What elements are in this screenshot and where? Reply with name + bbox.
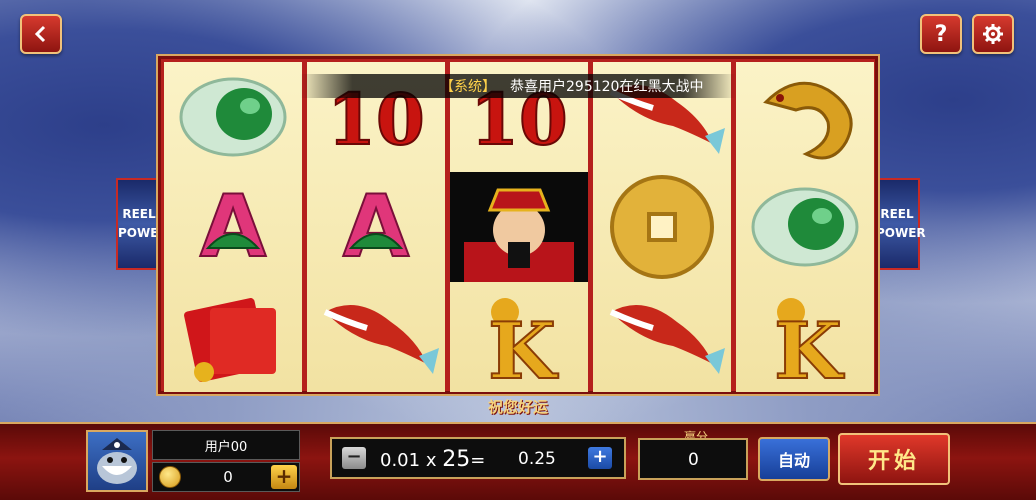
reel-4 <box>593 62 731 392</box>
god-of-wealth-icon <box>450 172 588 282</box>
letter-a-symbol: A <box>164 172 302 282</box>
badge-line1: REEL <box>122 206 156 221</box>
shark-avatar-icon <box>97 438 137 484</box>
koi-fish-icon <box>323 304 439 374</box>
good-luck-text: 祝您好运 <box>487 398 548 416</box>
equals-sign: = <box>470 450 486 471</box>
help-button[interactable]: ? <box>920 14 962 54</box>
letter-k-symbol: K <box>736 282 874 392</box>
jade-bracelet-symbol <box>736 172 874 282</box>
coin-icon <box>159 466 181 488</box>
letter-k-icon: K <box>487 298 560 392</box>
multiply-sign: x <box>425 450 437 471</box>
koi-fish-symbol <box>593 282 731 392</box>
avatar[interactable] <box>86 430 148 492</box>
bet-formula: 0.01 x 25= <box>380 447 485 472</box>
decrease-bet-button[interactable]: − <box>342 447 366 469</box>
svg-text:A: A <box>200 177 267 277</box>
golden-dragon-symbol <box>736 62 874 172</box>
gold-coin-symbol <box>593 172 731 282</box>
svg-text:K: K <box>774 306 845 392</box>
koi-fish-icon <box>609 304 725 374</box>
red-envelope-symbol <box>164 282 302 392</box>
back-button[interactable] <box>20 14 62 54</box>
reel-power-badge-right: REEL POWER <box>874 178 926 270</box>
system-announcement: 【系统】 恭喜用户295120在红黑大战中 <box>300 74 736 98</box>
god-of-wealth-symbol <box>450 172 588 282</box>
badge-line1: REEL <box>880 206 914 221</box>
total-bet: 0.25 <box>518 449 556 469</box>
back-arrow-icon <box>34 25 46 43</box>
reel-1: A <box>164 62 302 392</box>
bet-per-line: 0.01 <box>380 450 421 471</box>
svg-text:A: A <box>343 177 410 277</box>
gold-coin-icon <box>610 175 714 279</box>
increase-bet-button[interactable]: + <box>588 447 612 469</box>
letter-a-symbol: A <box>307 172 445 282</box>
username-display: 用户00 <box>152 430 300 460</box>
reel-power-badge-left: REEL POWER <box>116 178 168 270</box>
line-count: 25 <box>442 447 471 472</box>
badge-line2: POWER <box>876 226 926 240</box>
jade-bracelet-icon <box>179 77 287 157</box>
letter-k-symbol: K <box>450 282 588 392</box>
reel-2: 10 A <box>307 62 445 392</box>
gear-icon <box>983 24 1003 44</box>
red-envelope-icon <box>184 298 276 382</box>
reel-5: K <box>736 62 874 392</box>
letter-a-icon: A <box>342 176 411 278</box>
letter-a-icon: A <box>199 176 268 278</box>
announcement-text: 恭喜用户295120在红黑大战中 <box>510 79 704 95</box>
badge-line2: POWER <box>118 226 168 240</box>
announcement-tag: 【系统】 <box>440 79 496 95</box>
koi-fish-symbol <box>307 282 445 392</box>
reel-3: 10 K <box>450 62 588 392</box>
settings-button[interactable] <box>972 14 1014 54</box>
win-value: 0 <box>688 450 699 470</box>
svg-text:K: K <box>488 306 559 392</box>
jade-bracelet-icon <box>751 187 859 267</box>
spin-button[interactable]: 开始 <box>838 433 950 485</box>
jade-bracelet-symbol <box>164 62 302 172</box>
bet-panel: − 0.01 x 25= 0.25 + <box>330 437 626 479</box>
win-display: 0 <box>638 438 748 480</box>
golden-dragon-icon <box>763 81 853 160</box>
coin-balance: 0 + <box>152 462 300 492</box>
add-coins-button[interactable]: + <box>271 465 297 489</box>
auto-spin-button[interactable]: 自动 <box>758 437 830 481</box>
coin-value: 0 <box>223 468 233 486</box>
reel-grid: A 10 A 10 K K <box>158 56 878 394</box>
letter-k-icon: K <box>773 298 846 392</box>
